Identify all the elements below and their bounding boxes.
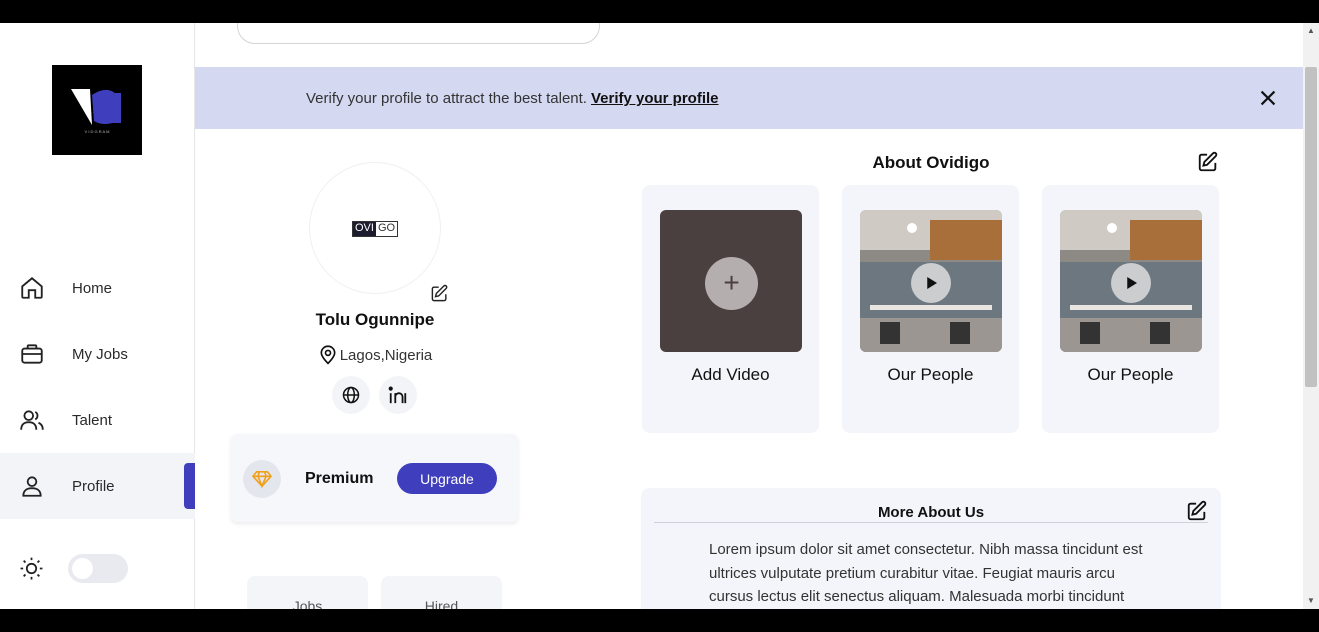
add-video-thumb: +	[660, 210, 802, 352]
sidebar-item-talent[interactable]: Talent	[0, 387, 195, 453]
user-icon	[22, 476, 42, 497]
video-label: Our People	[887, 365, 974, 384]
sun-icon	[20, 557, 43, 580]
banner-message-row: Verify your profile to attract the best …	[306, 90, 719, 107]
about-title: About Ovidigo	[872, 153, 990, 172]
users-icon	[20, 410, 44, 430]
video-label: Our People	[1087, 365, 1174, 384]
theme-row	[0, 548, 195, 588]
search-bar[interactable]	[237, 23, 600, 44]
briefcase-icon	[21, 344, 43, 364]
edit-avatar-icon[interactable]	[430, 284, 449, 303]
add-video-card[interactable]: + Add Video	[642, 185, 819, 433]
company-avatar-logo: OVI GO	[352, 221, 399, 237]
edit-about-icon[interactable]	[1197, 151, 1219, 173]
page-scrollbar[interactable]: ▲ ▼	[1303, 23, 1319, 609]
premium-label: Premium	[305, 470, 374, 487]
more-about-card: More About Us Lorem ipsum dolor sit amet…	[641, 488, 1221, 609]
location-pin-icon	[320, 345, 336, 365]
hired-stat: Hired	[381, 576, 502, 609]
logo-text-dark: OVI	[353, 222, 376, 236]
bottom-black-bar	[0, 609, 1319, 632]
linkedin-link[interactable]	[379, 376, 417, 414]
video-card[interactable]: Our People	[842, 185, 1019, 433]
play-button[interactable]	[1111, 263, 1151, 303]
video-thumbnail	[860, 210, 1002, 352]
gem-badge	[243, 460, 281, 498]
sidebar-item-home[interactable]: Home	[0, 255, 195, 321]
sidebar-item-label: My Jobs	[72, 345, 128, 363]
website-link[interactable]	[332, 376, 370, 414]
close-icon[interactable]	[1257, 87, 1279, 109]
stat-label: Hired	[424, 598, 459, 609]
logo-mark-icon: V I D G R A M	[71, 89, 121, 134]
profile-name: Tolu Ogunnipe	[315, 310, 435, 329]
verify-banner: Verify your profile to attract the best …	[195, 67, 1303, 129]
logo-text-light: GO	[375, 222, 398, 236]
svg-text:V I D G R A M: V I D G R A M	[85, 129, 110, 134]
edit-more-about-icon[interactable]	[1186, 500, 1208, 522]
upgrade-button[interactable]: Upgrade	[397, 463, 497, 494]
top-black-bar	[0, 0, 1319, 23]
verify-profile-link[interactable]: Verify your profile	[591, 90, 719, 107]
scroll-up-arrow-icon[interactable]: ▲	[1303, 23, 1319, 39]
divider	[654, 522, 1208, 523]
sidebar: V I D G R A M Home My Jobs Talent Profil…	[0, 23, 195, 609]
linkedin-icon	[388, 386, 407, 404]
avatar: OVI GO	[309, 162, 441, 294]
sidebar-item-label: Talent	[72, 411, 113, 429]
profile-location: Lagos,Nigeria	[240, 345, 510, 365]
location-text: Lagos,Nigeria	[339, 346, 433, 364]
plus-icon[interactable]: +	[705, 257, 758, 310]
jobs-stat: Jobs	[247, 576, 368, 609]
sidebar-item-label: Profile	[72, 477, 115, 495]
play-button[interactable]	[911, 263, 951, 303]
theme-toggle[interactable]	[68, 554, 128, 583]
company-logo[interactable]: V I D G R A M	[52, 65, 142, 155]
video-card[interactable]: Our People	[1042, 185, 1219, 433]
scrollbar-thumb[interactable]	[1305, 67, 1317, 387]
video-label: Add Video	[691, 365, 770, 384]
active-indicator	[184, 463, 195, 509]
stat-label: Jobs	[292, 598, 323, 609]
more-about-title: More About Us	[877, 504, 985, 521]
sidebar-item-my-jobs[interactable]: My Jobs	[0, 321, 195, 387]
play-icon	[1127, 277, 1137, 289]
page-viewport: V I D G R A M Home My Jobs Talent Profil…	[0, 23, 1303, 609]
sidebar-item-label: Home	[72, 279, 113, 297]
video-thumbnail	[1060, 210, 1202, 352]
home-icon	[21, 277, 43, 299]
globe-icon	[342, 386, 360, 404]
toggle-knob	[72, 558, 93, 579]
scroll-down-arrow-icon[interactable]: ▼	[1303, 593, 1319, 609]
premium-card: Premium Upgrade	[231, 434, 518, 522]
banner-message: Verify your profile to attract the best …	[306, 90, 587, 107]
more-about-text: Lorem ipsum dolor sit amet consectetur. …	[709, 541, 1143, 605]
sidebar-item-profile[interactable]: Profile	[0, 453, 195, 519]
play-icon	[927, 277, 937, 289]
diamond-icon	[251, 470, 273, 488]
